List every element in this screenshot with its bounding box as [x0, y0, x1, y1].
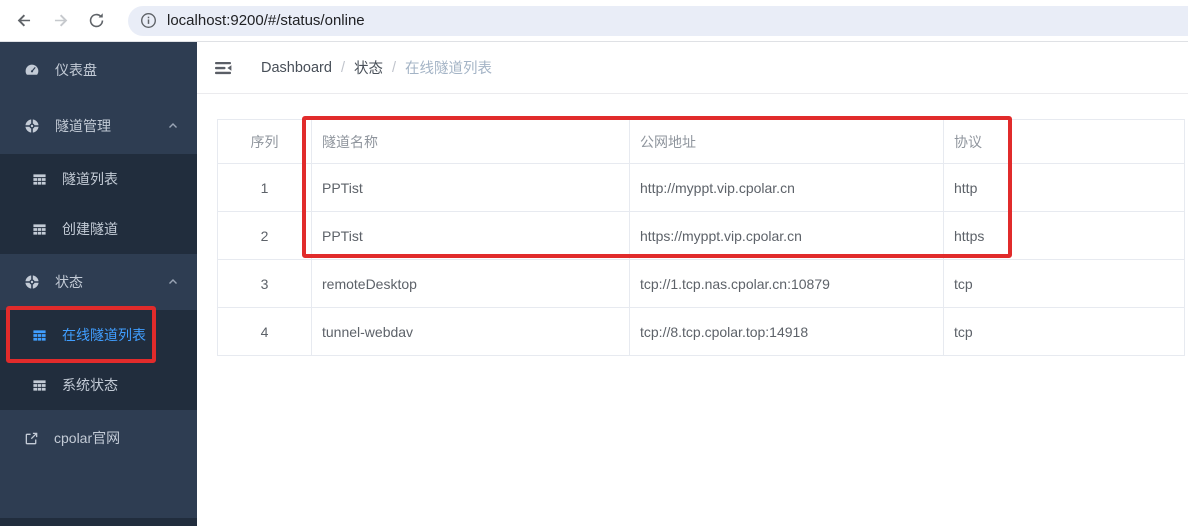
table-cell: tunnel-webdav — [311, 307, 630, 356]
sidebar-item-label: 隧道列表 — [62, 171, 118, 187]
table-cell: 2 — [217, 211, 312, 260]
table-cell: 4 — [217, 307, 312, 356]
table-icon — [32, 222, 47, 237]
browser-toolbar: localhost:9200/#/status/online — [0, 0, 1188, 42]
sidebar-item-label: cpolar官网 — [54, 430, 121, 446]
table-cell: https://myppt.vip.cpolar.cn — [629, 211, 944, 260]
breadcrumb-item-1[interactable]: Dashboard — [261, 60, 332, 76]
sidebar-item-4[interactable]: 创建隧道 — [0, 204, 197, 254]
sidebar-item-5[interactable]: 状态 — [0, 254, 197, 310]
table-icon — [32, 172, 47, 187]
main-content: Dashboard / 状态 / 在线隧道列表 序列 隧道名称 公网地址 协议 1 PPTist… — [197, 42, 1188, 526]
circle-icon — [24, 274, 40, 290]
table-cell: 3 — [217, 259, 312, 308]
breadcrumb-bar: Dashboard / 状态 / 在线隧道列表 — [197, 42, 1188, 94]
sidebar-item-label: 在线隧道列表 — [62, 327, 146, 343]
table-icon — [32, 328, 47, 343]
table-body: 1 PPTist http://myppt.vip.cpolar.cn http 2 PP… — [217, 163, 1185, 356]
table-cell: remoteDesktop — [311, 259, 630, 308]
table-row: 3 remoteDesktop tcp://1.tcp.nas.cpolar.cn:… — [217, 259, 1185, 308]
sidebar-bottom-strip — [0, 518, 197, 526]
column-header-2: 隧道名称 — [311, 119, 630, 164]
table-row: 1 PPTist http://myppt.vip.cpolar.cn http — [217, 163, 1185, 212]
sidebar-item-label: 仪表盘 — [55, 62, 97, 78]
sidebar-item-6[interactable]: 在线隧道列表 — [0, 310, 197, 360]
table-cell: tcp — [943, 259, 1185, 308]
breadcrumb-separator: / — [340, 59, 345, 76]
url-text[interactable]: localhost:9200/#/status/online — [167, 12, 365, 29]
table-row: 2 PPTist https://myppt.vip.cpolar.cn https — [217, 211, 1185, 260]
chevron-up-icon — [167, 120, 179, 132]
external-link-icon — [24, 431, 39, 446]
table-head: 序列 隧道名称 公网地址 协议 — [217, 119, 1185, 164]
sidebar-item-8[interactable]: cpolar官网 — [0, 410, 197, 466]
table-cell: 1 — [217, 163, 312, 212]
tunnel-table: 序列 隧道名称 公网地址 协议 1 PPTist http://myppt.vip.cpo… — [217, 119, 1185, 356]
table-cell: http — [943, 163, 1185, 212]
breadcrumb: Dashboard / 状态 / 在线隧道列表 — [261, 57, 492, 78]
sidebar-item-label: 系统状态 — [62, 377, 118, 393]
breadcrumb-item-2[interactable]: 状态 — [354, 57, 383, 78]
table-cell: tcp://1.tcp.nas.cpolar.cn:10879 — [629, 259, 944, 308]
gauge-icon — [24, 62, 40, 78]
sidebar-item-label: 创建隧道 — [62, 221, 118, 237]
table-cell: PPTist — [311, 211, 630, 260]
sidebar-item-label: 状态 — [55, 274, 83, 290]
sidebar-item-2[interactable]: 隧道管理 — [0, 98, 197, 154]
url-bar[interactable]: localhost:9200/#/status/online — [128, 5, 1188, 36]
table-cell: https — [943, 211, 1185, 260]
breadcrumb-separator: / — [391, 59, 396, 76]
table-cell: PPTist — [311, 163, 630, 212]
column-header-3: 公网地址 — [629, 119, 944, 164]
column-header-1: 序列 — [217, 119, 312, 164]
sidebar-menu: 仪表盘隧道管理隧道列表创建隧道状态在线隧道列表 系统状态 cpolar官网 — [0, 42, 197, 466]
hamburger-icon[interactable] — [213, 58, 233, 78]
column-header-4: 协议 — [943, 119, 1185, 164]
table-icon — [32, 378, 47, 393]
breadcrumb-item-3: 在线隧道列表 — [405, 61, 492, 77]
sidebar-item-3[interactable]: 隧道列表 — [0, 154, 197, 204]
info-icon[interactable] — [140, 12, 157, 29]
sidebar-item-1[interactable]: 仪表盘 — [0, 42, 197, 98]
sidebar: 仪表盘隧道管理隧道列表创建隧道状态在线隧道列表 系统状态 cpolar官网 — [0, 42, 197, 526]
sidebar-item-7[interactable]: 系统状态 — [0, 360, 197, 410]
back-arrow-icon[interactable] — [10, 7, 38, 35]
table-cell: http://myppt.vip.cpolar.cn — [629, 163, 944, 212]
circle-icon — [24, 118, 40, 134]
chevron-up-icon — [167, 276, 179, 288]
sidebar-item-label: 隧道管理 — [55, 118, 111, 134]
refresh-icon[interactable] — [82, 7, 110, 35]
table-cell: tcp — [943, 307, 1185, 356]
table-cell: tcp://8.tcp.cpolar.top:14918 — [629, 307, 944, 356]
forward-arrow-icon[interactable] — [46, 7, 74, 35]
table-row: 4 tunnel-webdav tcp://8.tcp.cpolar.top:149… — [217, 307, 1185, 356]
